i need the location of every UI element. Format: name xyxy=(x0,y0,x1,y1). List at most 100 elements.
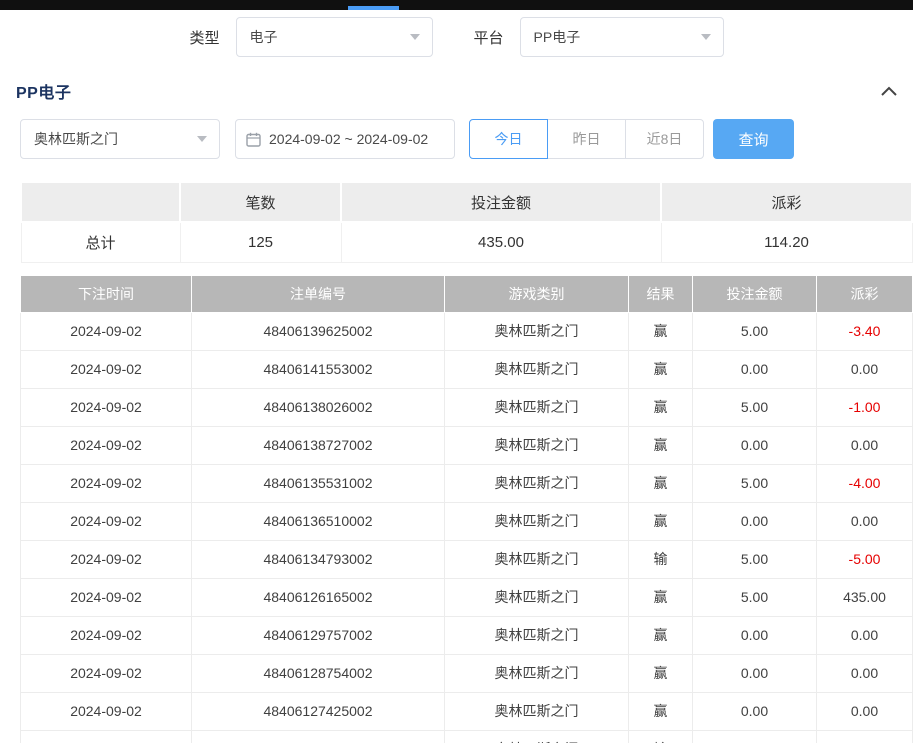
bet-amount-cell: 5.00 xyxy=(693,540,817,578)
order-number-cell: 48406129757002 xyxy=(192,616,445,654)
order-number-cell: 48406141553002 xyxy=(192,350,445,388)
bet-time-cell: 2024-09-02 xyxy=(21,692,192,730)
bet-time-cell: 2024-09-02 xyxy=(21,464,192,502)
game-category-cell: 奥林匹斯之门 xyxy=(445,730,629,743)
game-category-cell: 奥林匹斯之门 xyxy=(445,502,629,540)
payout-cell: 0.00 xyxy=(817,654,913,692)
table-row: 2024-09-0248406129757002奥林匹斯之门赢0.000.00 xyxy=(21,616,913,654)
order-number-cell: 48406138727002 xyxy=(192,426,445,464)
table-row: 2024-09-0248406127425002奥林匹斯之门赢0.000.00 xyxy=(21,692,913,730)
bet-time-cell: 2024-09-02 xyxy=(21,578,192,616)
bet-time-cell: 2024-09-02 xyxy=(21,502,192,540)
payout-cell: -5.00 xyxy=(817,730,913,743)
header-bet-time: 下注时间 xyxy=(21,275,192,312)
result-cell: 赢 xyxy=(629,692,693,730)
yesterday-button[interactable]: 昨日 xyxy=(547,119,626,159)
bet-amount-cell: 0.00 xyxy=(693,426,817,464)
controls-row: 奥林匹斯之门 2024-09-02 ~ 2024-09-02 今日 昨日 近8日… xyxy=(0,119,913,159)
order-number-cell: 48406125316002 xyxy=(192,730,445,743)
query-button[interactable]: 查询 xyxy=(713,119,794,159)
result-cell: 赢 xyxy=(629,578,693,616)
game-category-cell: 奥林匹斯之门 xyxy=(445,616,629,654)
table-row: 2024-09-0248406128754002奥林匹斯之门赢0.000.00 xyxy=(21,654,913,692)
game-category-cell: 奥林匹斯之门 xyxy=(445,654,629,692)
platform-select[interactable]: PP电子 xyxy=(520,17,724,57)
bet-amount-cell: 5.00 xyxy=(693,464,817,502)
payout-cell: -3.40 xyxy=(817,312,913,350)
table-row: 2024-09-0248406134793002奥林匹斯之门输5.00-5.00 xyxy=(21,540,913,578)
table-row: 2024-09-0248406138026002奥林匹斯之门赢5.00-1.00 xyxy=(21,388,913,426)
bet-table-body: 2024-09-0248406139625002奥林匹斯之门赢5.00-3.40… xyxy=(21,312,913,743)
header-result: 结果 xyxy=(629,275,693,312)
order-number-cell: 48406127425002 xyxy=(192,692,445,730)
order-number-cell: 48406135531002 xyxy=(192,464,445,502)
summary-header-count: 笔数 xyxy=(180,182,341,222)
top-nav-bar xyxy=(0,0,913,10)
date-range-input[interactable]: 2024-09-02 ~ 2024-09-02 xyxy=(235,119,455,159)
table-row: 2024-09-0248406141553002奥林匹斯之门赢0.000.00 xyxy=(21,350,913,388)
bet-amount-cell: 5.00 xyxy=(693,730,817,743)
result-cell: 赢 xyxy=(629,502,693,540)
summary-header-bet-amount: 投注金额 xyxy=(341,182,661,222)
payout-cell: 0.00 xyxy=(817,502,913,540)
order-number-cell: 48406128754002 xyxy=(192,654,445,692)
calendar-icon xyxy=(246,132,261,147)
game-category-cell: 奥林匹斯之门 xyxy=(445,426,629,464)
platform-label: 平台 xyxy=(474,27,504,48)
type-label: 类型 xyxy=(189,27,219,48)
bet-time-cell: 2024-09-02 xyxy=(21,540,192,578)
payout-cell: 435.00 xyxy=(817,578,913,616)
result-cell: 赢 xyxy=(629,464,693,502)
bet-time-cell: 2024-09-02 xyxy=(21,654,192,692)
order-number-cell: 48406139625002 xyxy=(192,312,445,350)
bet-amount-cell: 5.00 xyxy=(693,388,817,426)
game-select[interactable]: 奥林匹斯之门 xyxy=(20,119,220,159)
result-cell: 输 xyxy=(629,540,693,578)
order-number-cell: 48406136510002 xyxy=(192,502,445,540)
payout-cell: -4.00 xyxy=(817,464,913,502)
date-range-value: 2024-09-02 ~ 2024-09-02 xyxy=(269,131,428,147)
type-select[interactable]: 电子 xyxy=(236,17,433,57)
table-row: 2024-09-0248406138727002奥林匹斯之门赢0.000.00 xyxy=(21,426,913,464)
payout-cell: 0.00 xyxy=(817,426,913,464)
game-category-cell: 奥林匹斯之门 xyxy=(445,464,629,502)
payout-cell: 0.00 xyxy=(817,350,913,388)
summary-total-payout: 114.20 xyxy=(661,222,912,262)
header-game-category: 游戏类别 xyxy=(445,275,629,312)
today-button[interactable]: 今日 xyxy=(469,119,548,159)
summary-header-payout: 派彩 xyxy=(661,182,912,222)
chevron-up-icon xyxy=(881,86,897,96)
result-cell: 赢 xyxy=(629,426,693,464)
bet-time-cell: 2024-09-02 xyxy=(21,350,192,388)
filter-row: 类型 电子 平台 PP电子 xyxy=(0,17,913,57)
bet-time-cell: 2024-09-02 xyxy=(21,616,192,654)
payout-cell: -5.00 xyxy=(817,540,913,578)
order-number-cell: 48406138026002 xyxy=(192,388,445,426)
game-category-cell: 奥林匹斯之门 xyxy=(445,692,629,730)
payout-cell: -1.00 xyxy=(817,388,913,426)
game-category-cell: 奥林匹斯之门 xyxy=(445,540,629,578)
payout-cell: 0.00 xyxy=(817,616,913,654)
bet-time-cell: 2024-09-02 xyxy=(21,730,192,743)
result-cell: 赢 xyxy=(629,654,693,692)
section-header: PP电子 xyxy=(0,78,913,104)
header-bet-amount: 投注金额 xyxy=(693,275,817,312)
table-row: 2024-09-0248406125316002奥林匹斯之门输5.00-5.00 xyxy=(21,730,913,743)
result-cell: 赢 xyxy=(629,312,693,350)
summary-total-bet-amount: 435.00 xyxy=(341,222,661,262)
game-category-cell: 奥林匹斯之门 xyxy=(445,388,629,426)
summary-total-row: 总计 125 435.00 114.20 xyxy=(21,222,912,262)
result-cell: 赢 xyxy=(629,388,693,426)
section-title: PP电子 xyxy=(16,79,71,103)
collapse-section-button[interactable] xyxy=(877,79,901,103)
table-row: 2024-09-0248406139625002奥林匹斯之门赢5.00-3.40 xyxy=(21,312,913,350)
result-cell: 赢 xyxy=(629,350,693,388)
summary-table: 笔数 投注金额 派彩 总计 125 435.00 114.20 xyxy=(20,181,913,263)
summary-header-row: 笔数 投注金额 派彩 xyxy=(21,182,912,222)
date-shortcut-group: 今日 昨日 近8日 xyxy=(469,119,704,159)
payout-cell: 0.00 xyxy=(817,692,913,730)
game-category-cell: 奥林匹斯之门 xyxy=(445,312,629,350)
game-category-cell: 奥林匹斯之门 xyxy=(445,350,629,388)
last-8-days-button[interactable]: 近8日 xyxy=(625,119,704,159)
bet-table-header-row: 下注时间 注单编号 游戏类别 结果 投注金额 派彩 xyxy=(21,275,913,312)
